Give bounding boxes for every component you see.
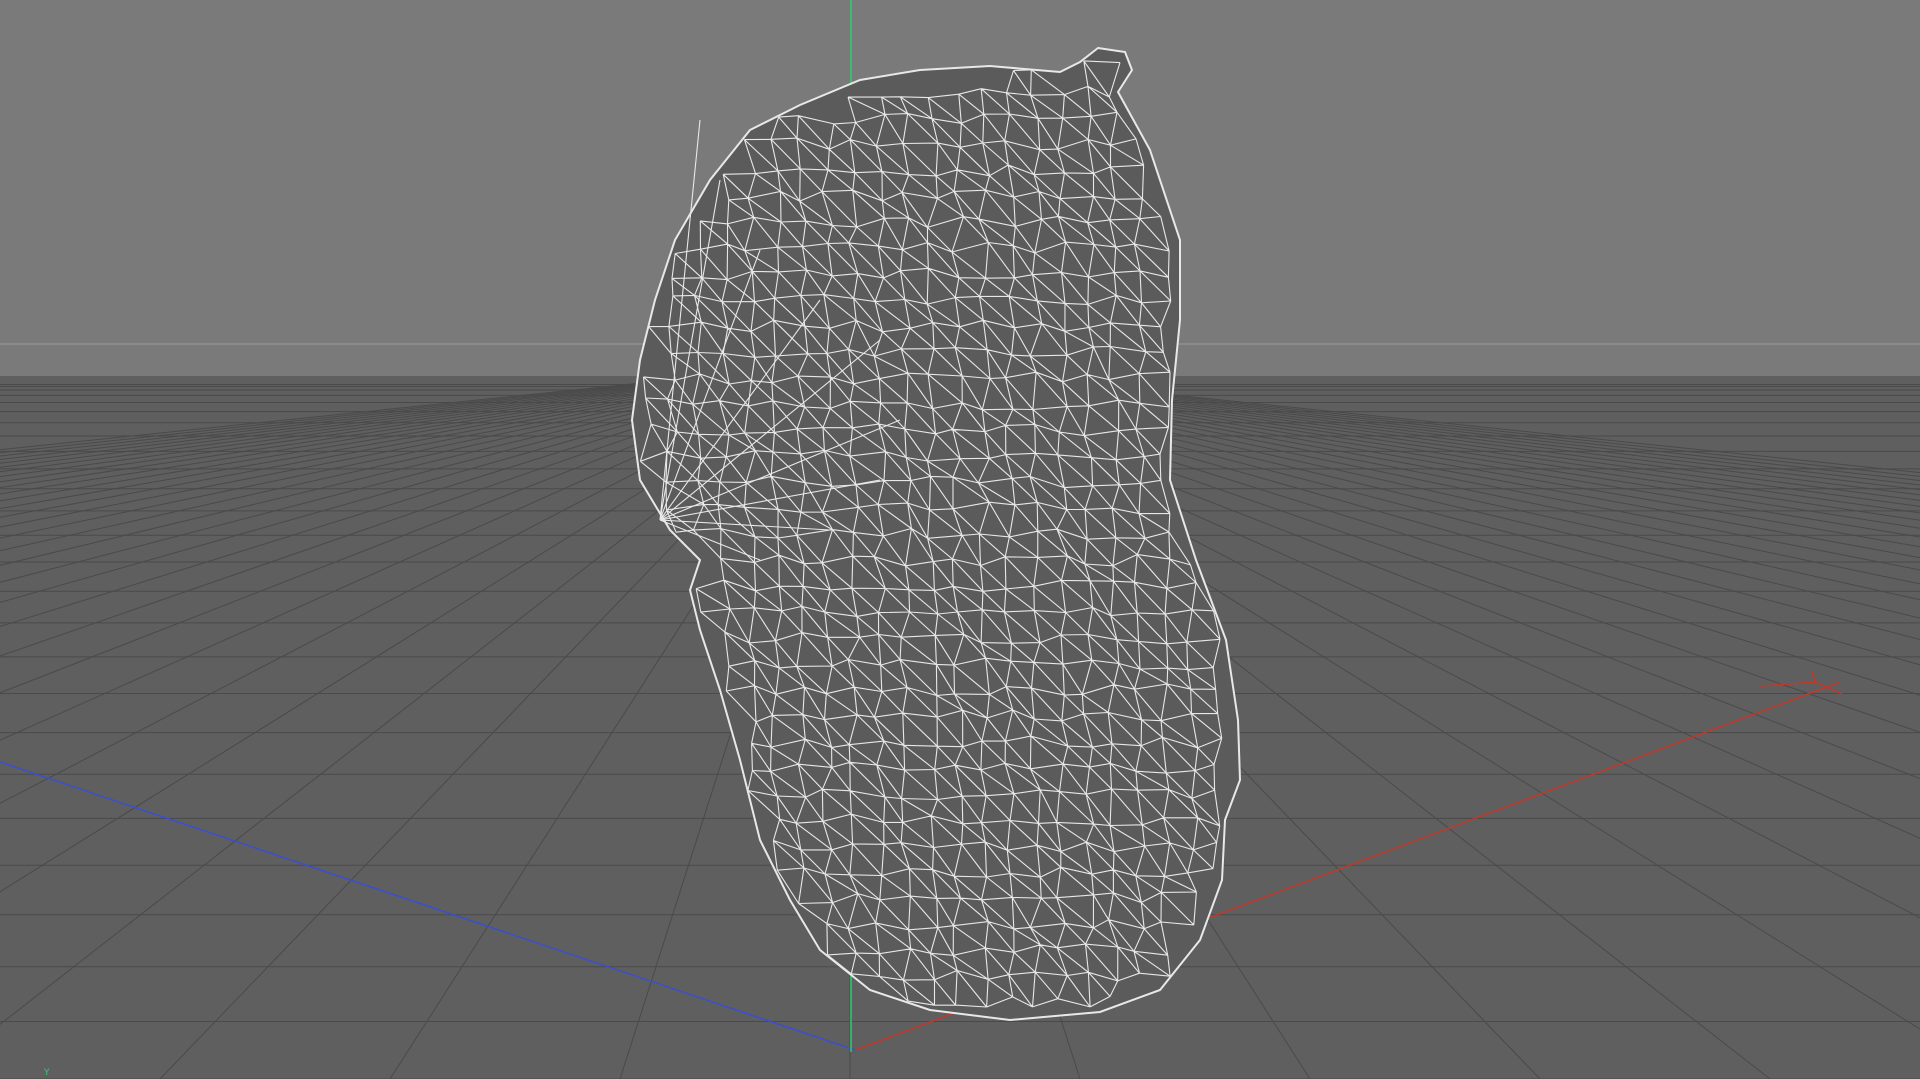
- 3d-viewport[interactable]: Y: [0, 0, 1920, 1079]
- y-axis-label: Y: [44, 1068, 50, 1078]
- viewport-canvas[interactable]: [0, 0, 1920, 1079]
